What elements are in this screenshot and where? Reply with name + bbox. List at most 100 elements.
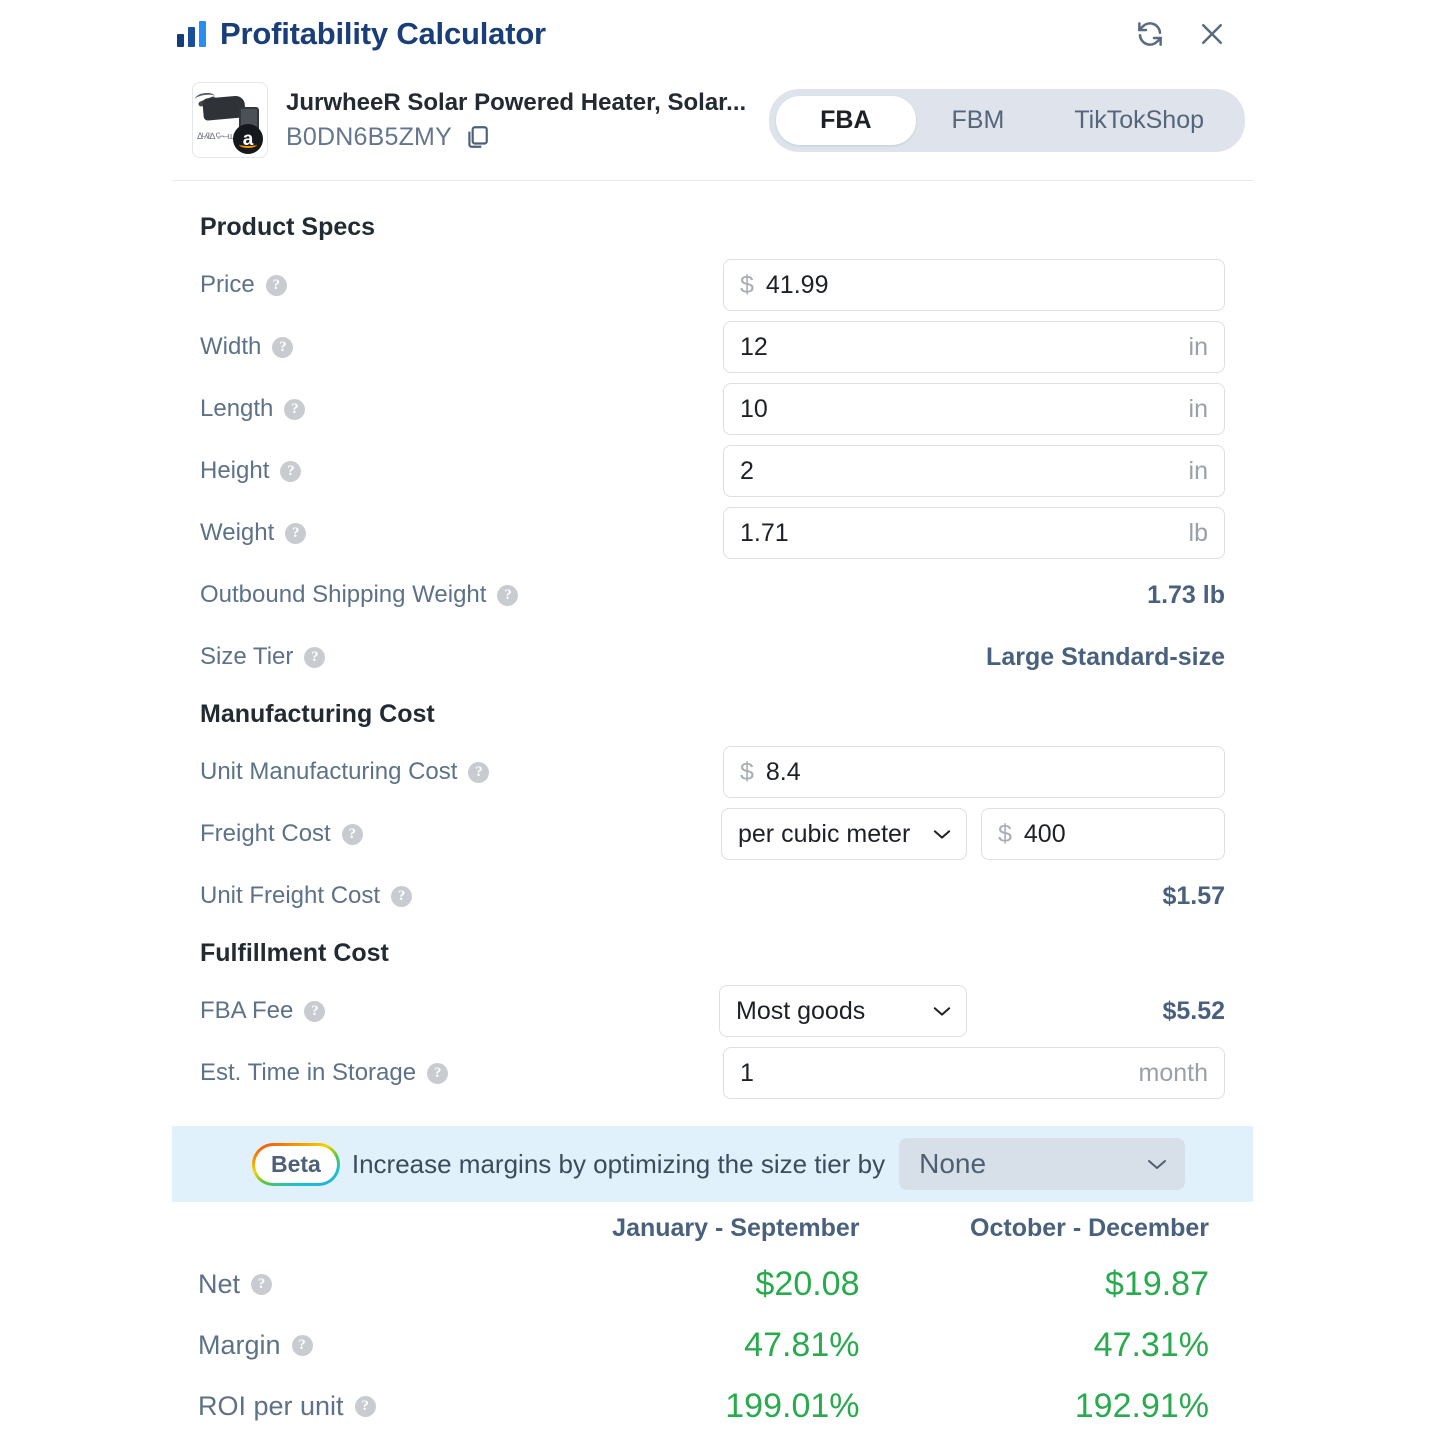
help-icon-roi-per-unit[interactable]: ?	[354, 1396, 376, 1417]
tab-fbm[interactable]: FBM	[918, 96, 1039, 145]
product-summary: Δᴸʎℓ∆ ʕ⌐–ɯᴊ a JurwheeR Solar Powered Hea…	[172, 68, 1253, 181]
label-net-text: Net	[198, 1269, 241, 1299]
label-outbound-shipping-weight-text: Outbound Shipping Weight	[200, 581, 487, 608]
height-input[interactable]: 2 in	[723, 445, 1225, 497]
label-length: Length ?	[200, 395, 306, 423]
fba-category-value: Most goods	[736, 996, 866, 1025]
net-jan-sep-value: $20.08	[755, 1265, 860, 1303]
currency-prefix-icon: $	[740, 757, 754, 786]
label-width-text: Width	[200, 333, 262, 360]
beta-optimization-banner: Beta Increase margins by optimizing the …	[172, 1126, 1253, 1202]
titlebar-actions	[1135, 19, 1227, 49]
row-unit-manufacturing-cost: Unit Manufacturing Cost ? $ 8.4	[200, 745, 1225, 799]
label-freight-cost: Freight Cost ?	[200, 820, 363, 848]
freight-cost-value: 400	[1023, 819, 1066, 848]
weight-unit: lb	[1188, 518, 1208, 547]
product-asin: B0DN6B5ZMY	[286, 122, 452, 151]
help-icon-margin[interactable]: ?	[291, 1335, 313, 1356]
tab-tiktokshop[interactable]: TikTokShop	[1040, 96, 1238, 145]
size-tier-optimizer-select[interactable]: None	[899, 1138, 1186, 1190]
tab-fba[interactable]: FBA	[776, 95, 916, 145]
product-info: JurwheeR Solar Powered Heater, Solar... …	[286, 89, 746, 152]
help-icon-net[interactable]: ?	[251, 1274, 273, 1295]
titlebar: Profitability Calculator	[172, 0, 1253, 68]
length-value: 10	[740, 394, 768, 423]
results-column-jan-sep: January - September	[612, 1214, 860, 1242]
help-icon-fba-fee[interactable]: ?	[304, 1000, 326, 1022]
size-tier-value: Large Standard-size	[986, 642, 1225, 671]
field-fba-fee: Most goods $5.52	[719, 985, 1225, 1037]
currency-prefix-icon: $	[998, 819, 1012, 848]
label-weight: Weight ?	[200, 519, 307, 547]
freight-mode-value: per cubic meter	[738, 819, 911, 848]
price-input[interactable]: $ 41.99	[723, 259, 1225, 311]
weight-input[interactable]: 1.71 lb	[723, 507, 1225, 559]
help-icon-unit-manufacturing-cost[interactable]: ?	[468, 761, 490, 783]
label-outbound-shipping-weight: Outbound Shipping Weight ?	[200, 581, 519, 609]
length-input[interactable]: 10 in	[723, 383, 1225, 435]
unit-manufacturing-cost-value: 8.4	[765, 757, 801, 786]
refresh-icon[interactable]	[1135, 19, 1165, 49]
roi-jan-sep-value: 199.01%	[725, 1387, 860, 1425]
label-weight-text: Weight	[200, 519, 275, 546]
results-header-row: January - September October - December	[198, 1214, 1227, 1243]
help-icon-freight-cost[interactable]: ?	[341, 823, 363, 845]
row-height: Height ? 2 in	[200, 444, 1225, 498]
chevron-down-icon	[933, 829, 951, 840]
calculator-body: Product Specs Price ? $ 41.99 Width ? 12…	[172, 181, 1253, 1100]
margin-oct-dec-value: 47.31%	[1093, 1326, 1209, 1364]
weight-value: 1.71	[740, 518, 789, 547]
section-title-manufacturing-cost: Manufacturing Cost	[200, 700, 435, 728]
help-icon-est-time-in-storage[interactable]: ?	[427, 1062, 449, 1084]
label-length-text: Length	[200, 395, 274, 422]
help-icon-width[interactable]: ?	[272, 336, 294, 358]
help-icon-unit-freight-cost[interactable]: ?	[391, 885, 413, 907]
label-height-text: Height	[200, 457, 270, 484]
help-icon-height[interactable]: ?	[280, 460, 302, 482]
help-icon-price[interactable]: ?	[265, 274, 287, 296]
row-weight: Weight ? 1.71 lb	[200, 506, 1225, 560]
label-unit-manufacturing-cost-text: Unit Manufacturing Cost	[200, 758, 458, 785]
est-time-in-storage-input[interactable]: 1 month	[723, 1047, 1225, 1099]
copy-icon[interactable]	[464, 124, 490, 150]
width-unit: in	[1188, 332, 1208, 361]
page-title: Profitability Calculator	[220, 16, 546, 51]
fba-category-select[interactable]: Most goods	[719, 985, 967, 1037]
beta-badge: Beta	[252, 1142, 340, 1186]
currency-prefix-icon: $	[740, 270, 754, 299]
freight-cost-input[interactable]: $ 400	[981, 808, 1225, 860]
height-unit: in	[1188, 456, 1208, 485]
field-width: 12 in	[723, 321, 1225, 373]
row-unit-freight-cost: Unit Freight Cost ? $1.57	[200, 869, 1225, 923]
results-table: January - September October - December N…	[172, 1214, 1253, 1426]
field-height: 2 in	[723, 445, 1225, 497]
chevron-down-icon	[1147, 1158, 1167, 1170]
results-row-roi: ROI per unit ? 199.01% 192.91%	[198, 1387, 1227, 1426]
help-icon-weight[interactable]: ?	[285, 522, 307, 544]
label-unit-freight-cost-text: Unit Freight Cost	[200, 882, 381, 909]
row-freight-cost: Freight Cost ? per cubic meter $ 400	[200, 807, 1225, 861]
row-width: Width ? 12 in	[200, 320, 1225, 374]
label-margin: Margin ?	[198, 1330, 528, 1361]
fba-fee-value: $5.52	[1162, 996, 1225, 1025]
label-fba-fee: FBA Fee ?	[200, 997, 326, 1025]
label-price: Price ?	[200, 271, 287, 299]
label-est-time-in-storage: Est. Time in Storage ?	[200, 1059, 449, 1087]
field-freight-cost: per cubic meter $ 400	[721, 808, 1225, 860]
help-icon-length[interactable]: ?	[284, 398, 306, 420]
product-thumbnail: Δᴸʎℓ∆ ʕ⌐–ɯᴊ a	[192, 82, 268, 158]
section-title-product-specs: Product Specs	[200, 213, 376, 241]
row-length: Length ? 10 in	[200, 382, 1225, 436]
field-length: 10 in	[723, 383, 1225, 435]
width-input[interactable]: 12 in	[723, 321, 1225, 373]
net-oct-dec-value: $19.87	[1105, 1265, 1209, 1303]
margin-jan-sep-value: 47.81%	[744, 1326, 860, 1364]
close-icon[interactable]	[1197, 19, 1227, 49]
help-icon-outbound-shipping-weight[interactable]: ?	[497, 584, 519, 606]
roi-oct-dec-value: 192.91%	[1074, 1387, 1209, 1425]
row-size-tier: Size Tier ? Large Standard-size	[200, 630, 1225, 684]
width-value: 12	[740, 332, 768, 361]
freight-mode-select[interactable]: per cubic meter	[721, 808, 967, 860]
help-icon-size-tier[interactable]: ?	[304, 646, 326, 668]
unit-manufacturing-cost-input[interactable]: $ 8.4	[723, 746, 1225, 798]
